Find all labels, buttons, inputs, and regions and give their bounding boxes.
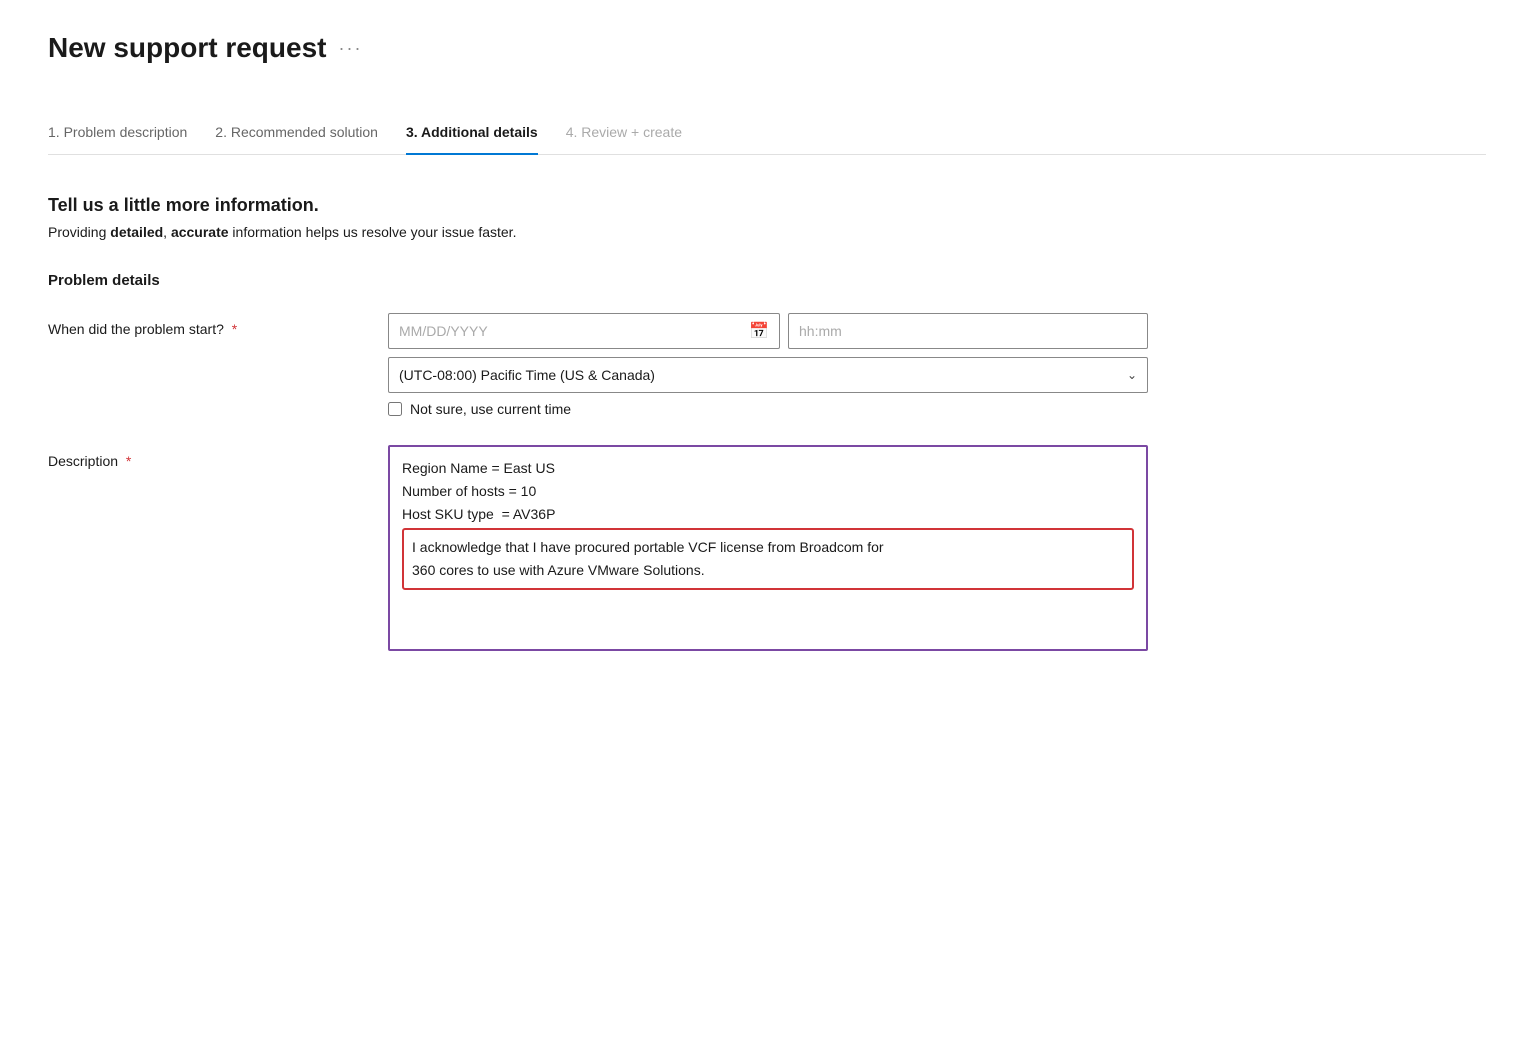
page-title-ellipsis[interactable]: ···	[338, 38, 362, 59]
wizard-step-3[interactable]: 3. Additional details	[406, 112, 566, 154]
time-input-field[interactable]: hh:mm	[788, 313, 1148, 349]
timezone-dropdown[interactable]: (UTC-08:00) Pacific Time (US & Canada) ⌄	[388, 357, 1148, 393]
date-time-row: MM/DD/YYYY 📅 hh:mm	[388, 313, 1148, 349]
problem-details-section: Problem details When did the problem sta…	[48, 272, 1486, 651]
description-row: Description * Region Name = East US Numb…	[48, 445, 1486, 651]
problem-details-header: Problem details	[48, 272, 1486, 289]
section-title: Tell us a little more information.	[48, 195, 1486, 216]
description-textarea-container[interactable]: Region Name = East US Number of hosts = …	[388, 445, 1148, 651]
description-line-3: Host SKU type = AV36P	[402, 503, 1134, 526]
description-label: Description *	[48, 445, 388, 469]
description-line-2: Number of hosts = 10	[402, 480, 1134, 503]
description-controls: Region Name = East US Number of hosts = …	[388, 445, 1148, 651]
calendar-icon[interactable]: 📅	[749, 321, 769, 341]
not-sure-label[interactable]: Not sure, use current time	[410, 401, 571, 417]
highlighted-acknowledgement: I acknowledge that I have procured porta…	[402, 528, 1134, 590]
not-sure-checkbox[interactable]	[388, 402, 402, 416]
wizard-step-1[interactable]: 1. Problem description	[48, 112, 215, 154]
problem-start-row: When did the problem start? * MM/DD/YYYY…	[48, 313, 1486, 425]
description-line-1: Region Name = East US	[402, 457, 1134, 480]
description-line-empty2	[402, 616, 1134, 639]
date-input-field[interactable]: MM/DD/YYYY 📅	[388, 313, 780, 349]
problem-start-controls: MM/DD/YYYY 📅 hh:mm (UTC-08:00) Pacific T…	[388, 313, 1148, 425]
description-content[interactable]: Region Name = East US Number of hosts = …	[390, 447, 1146, 649]
page-title: New support request	[48, 32, 326, 64]
problem-start-label: When did the problem start? *	[48, 313, 388, 337]
wizard-step-4[interactable]: 4. Review + create	[566, 112, 710, 154]
timezone-value: (UTC-08:00) Pacific Time (US & Canada)	[399, 367, 1127, 383]
not-sure-checkbox-row: Not sure, use current time	[388, 401, 1148, 417]
date-placeholder: MM/DD/YYYY	[399, 323, 749, 339]
section-subtitle: Providing detailed, accurate information…	[48, 224, 1486, 240]
description-line-empty	[402, 592, 1134, 615]
wizard-steps: 1. Problem description 2. Recommended so…	[48, 112, 1486, 155]
page-header: New support request ···	[48, 32, 1486, 64]
wizard-step-2[interactable]: 2. Recommended solution	[215, 112, 406, 154]
chevron-down-icon: ⌄	[1127, 368, 1137, 382]
required-asterisk-desc: *	[126, 453, 131, 469]
description-line-5: 360 cores to use with Azure VMware Solut…	[412, 559, 1124, 582]
required-asterisk-start: *	[232, 321, 237, 337]
description-line-4: I acknowledge that I have procured porta…	[412, 536, 1124, 559]
